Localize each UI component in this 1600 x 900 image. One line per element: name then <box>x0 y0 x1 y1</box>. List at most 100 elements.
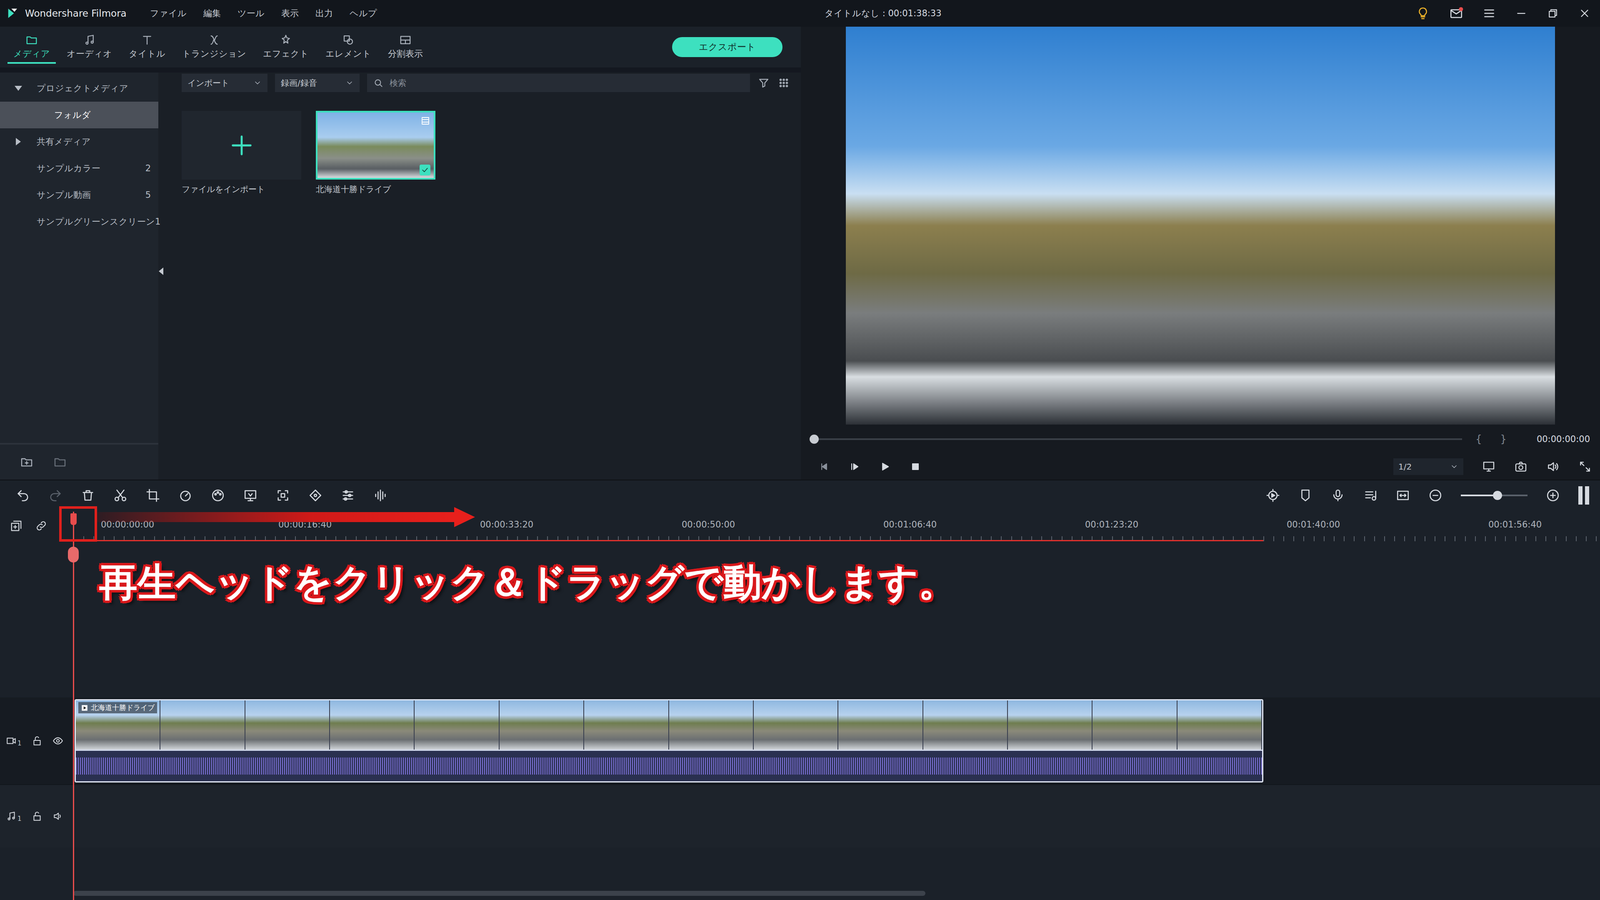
undo-icon[interactable] <box>15 488 30 503</box>
cut-icon[interactable] <box>113 488 128 503</box>
fit-timeline-icon[interactable] <box>1395 488 1410 503</box>
sidebar-list: プロジェクトメディアフォルダ共有メディアサンプルカラー2サンプル動画5サンプルグ… <box>0 72 159 443</box>
tab[interactable]: オーディオ <box>60 30 118 64</box>
tab[interactable]: タイトル <box>122 30 172 64</box>
green-screen-icon[interactable] <box>243 488 258 503</box>
expand-caret-icon[interactable] <box>15 137 21 146</box>
mic-icon[interactable] <box>1330 488 1345 503</box>
clip-frame <box>330 700 415 750</box>
media-item[interactable]: 北海道十勝ドライブ <box>315 110 436 195</box>
crop-icon[interactable] <box>145 488 160 503</box>
clip-frame <box>245 700 330 750</box>
new-folder-icon[interactable] <box>20 455 34 469</box>
delete-icon[interactable] <box>80 488 95 503</box>
sidebar-item[interactable]: プロジェクトメディア <box>0 75 159 102</box>
mail-icon[interactable] <box>1449 6 1464 21</box>
sidebar-item[interactable]: サンプル動画5 <box>0 181 159 209</box>
snapshot-icon[interactable] <box>1514 460 1528 474</box>
eye-icon[interactable] <box>52 735 64 747</box>
menu-item[interactable]: ファイル <box>150 7 187 20</box>
progress-track[interactable] <box>814 438 1463 440</box>
mark-in-button[interactable]: { <box>1475 433 1482 445</box>
preview-time: 00:00:00:00 <box>1536 434 1590 445</box>
sidebar-item[interactable]: サンプルグリーンスクリーン1 <box>0 208 159 235</box>
previous-frame-icon[interactable] <box>818 460 830 473</box>
fullscreen-icon[interactable] <box>1578 460 1592 474</box>
clip-frame <box>414 700 500 750</box>
mark-out-button[interactable]: } <box>1500 433 1507 445</box>
track-header: 1 <box>0 785 74 848</box>
stop-icon[interactable] <box>909 460 922 473</box>
tab[interactable]: エレメント <box>319 30 378 64</box>
zoom-out-icon[interactable] <box>1428 488 1443 503</box>
lock-icon[interactable] <box>31 810 43 822</box>
restore-icon[interactable] <box>1546 7 1560 20</box>
redo-icon[interactable] <box>48 488 63 503</box>
clip-frame <box>669 700 754 750</box>
waveform-bars <box>75 757 1263 775</box>
zoom-in-icon[interactable] <box>1545 488 1560 503</box>
menu-item[interactable]: 編集 <box>203 7 221 20</box>
volume-icon[interactable] <box>1546 460 1560 474</box>
export-button[interactable]: エクスポート <box>672 37 783 58</box>
audio-wave-icon[interactable] <box>373 488 388 503</box>
zoom-slider[interactable] <box>1460 494 1528 497</box>
tab[interactable]: トランジション <box>176 30 253 64</box>
stabilize-icon[interactable] <box>275 488 290 503</box>
playhead-line[interactable] <box>72 511 75 900</box>
horizontal-scrollbar[interactable] <box>73 890 926 896</box>
menu-item[interactable]: 表示 <box>281 7 299 20</box>
sidebar-item[interactable]: 共有メディア <box>0 128 159 155</box>
media-item[interactable]: ファイルをインポート <box>181 110 302 195</box>
sidebar-item[interactable]: サンプルカラー2 <box>0 155 159 182</box>
adjust-icon[interactable] <box>340 488 355 503</box>
clip-frame <box>923 700 1008 750</box>
tab[interactable]: メディア <box>7 30 56 64</box>
monitor-icon[interactable] <box>1482 460 1496 474</box>
play-icon[interactable] <box>879 460 891 473</box>
panel-toggle-icon[interactable] <box>1578 486 1590 505</box>
bulb-icon[interactable] <box>1415 6 1430 21</box>
zoom-knob[interactable] <box>1492 490 1503 500</box>
color-icon[interactable] <box>210 488 225 503</box>
media-thumbnail[interactable] <box>181 110 302 180</box>
media-thumbnail[interactable] <box>315 110 436 180</box>
app-name: Wondershare Filmora <box>25 7 127 19</box>
collapse-panel-icon[interactable] <box>158 267 164 275</box>
marker-icon[interactable] <box>1298 488 1313 503</box>
record-dropdown[interactable]: 録画/録音 <box>275 73 360 93</box>
timeline-clip[interactable]: 北海道十勝ドライブ <box>74 699 1264 783</box>
menu-item[interactable]: 出力 <box>315 7 333 20</box>
playhead-marker[interactable] <box>67 546 79 563</box>
add-track-icon[interactable] <box>10 519 23 533</box>
menu-icon[interactable] <box>1482 6 1496 20</box>
sidebar-item[interactable]: フォルダ <box>0 101 159 129</box>
library: プロジェクトメディアフォルダ共有メディアサンプルカラー2サンプル動画5サンプルグ… <box>0 67 801 480</box>
folder-icon[interactable] <box>53 455 67 469</box>
link-icon[interactable] <box>35 519 48 533</box>
tab[interactable]: エフェクト <box>257 30 315 64</box>
expand-caret-icon[interactable] <box>14 85 23 91</box>
playhead-handle[interactable] <box>70 513 77 525</box>
preview-panel: {} 00:00:00:00 1/2 <box>800 26 1600 480</box>
import-dropdown[interactable]: インポート <box>181 73 268 93</box>
speed-icon[interactable] <box>178 488 193 503</box>
play-pause-icon[interactable] <box>848 460 861 473</box>
render-icon[interactable] <box>1265 488 1280 503</box>
keyframe-icon[interactable] <box>308 488 323 503</box>
tab[interactable]: 分割表示 <box>382 30 429 64</box>
progress-knob[interactable] <box>809 434 819 444</box>
menu-item[interactable]: ヘルプ <box>349 7 378 20</box>
menu-item[interactable]: ツール <box>237 7 265 20</box>
quality-dropdown[interactable]: 1/2 <box>1393 458 1464 475</box>
minimize-icon[interactable] <box>1515 7 1528 20</box>
grid-icon[interactable] <box>777 76 790 90</box>
ruler-label: 00:01:40:00 <box>1283 519 1485 530</box>
audio-mixer-icon[interactable] <box>1363 488 1378 503</box>
annotation-arrow-head <box>454 507 475 528</box>
lock-icon[interactable] <box>31 735 43 747</box>
close-icon[interactable] <box>1578 7 1591 20</box>
speaker-icon[interactable] <box>52 810 64 822</box>
filter-icon[interactable] <box>757 76 770 90</box>
search-input[interactable] <box>388 77 745 89</box>
